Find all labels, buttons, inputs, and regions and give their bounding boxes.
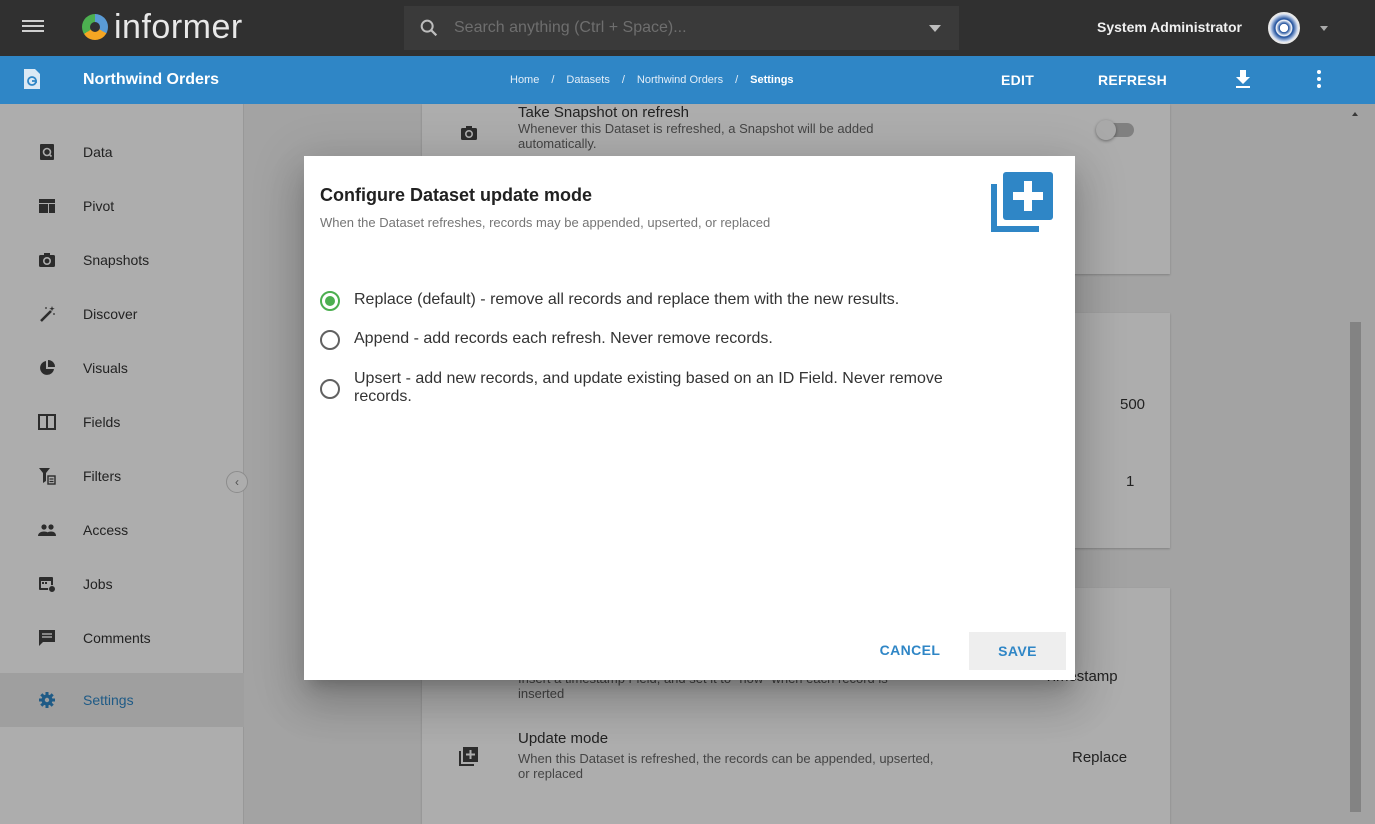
breadcrumb-datasets[interactable]: Datasets <box>566 74 609 86</box>
logo-icon <box>82 14 108 40</box>
more-vert-icon[interactable] <box>1316 70 1322 90</box>
radio-label: Append - add records each refresh. Never… <box>354 330 773 347</box>
chevron-down-icon[interactable] <box>1320 26 1328 31</box>
radio-button[interactable] <box>320 379 340 399</box>
radio-label-line: Upsert - add new records, and update exi… <box>354 370 943 387</box>
menu-icon[interactable] <box>22 17 44 39</box>
radio-option-replace[interactable]: Replace (default) - remove all records a… <box>320 291 899 311</box>
breadcrumb-dataset[interactable]: Northwind Orders <box>637 74 723 86</box>
breadcrumb-separator: / <box>551 74 555 86</box>
breadcrumb-separator: / <box>621 74 625 86</box>
update-mode-dialog: Configure Dataset update mode When the D… <box>304 156 1075 680</box>
radio-button[interactable] <box>320 330 340 350</box>
radio-label-line: records. <box>354 388 412 405</box>
radio-option-append[interactable]: Append - add records each refresh. Never… <box>320 330 773 350</box>
save-button[interactable]: SAVE <box>969 632 1066 670</box>
top-bar: informer Search anything (Ctrl + Space).… <box>0 0 1375 56</box>
refresh-button[interactable]: REFRESH <box>1098 72 1167 88</box>
breadcrumb-home[interactable]: Home <box>510 74 539 86</box>
dialog-title: Configure Dataset update mode <box>320 185 593 205</box>
app-logo[interactable]: informer <box>82 10 243 44</box>
radio-label: Replace (default) - remove all records a… <box>354 291 900 308</box>
cancel-button[interactable]: CANCEL <box>866 632 954 668</box>
dialog-subtitle: When the Dataset refreshes, records may … <box>320 215 771 230</box>
breadcrumb: Home / Datasets / Northwind Orders / Set… <box>510 74 794 86</box>
chevron-down-icon[interactable] <box>929 24 941 32</box>
search-input[interactable]: Search anything (Ctrl + Space)... <box>454 19 929 37</box>
search-icon <box>420 19 438 37</box>
dataset-title: Northwind Orders <box>83 71 220 88</box>
avatar[interactable] <box>1268 12 1300 44</box>
edit-button[interactable]: EDIT <box>1001 72 1034 88</box>
user-name[interactable]: System Administrator <box>1097 19 1242 35</box>
radio-label: Upsert - add new records, and update exi… <box>354 370 943 406</box>
breadcrumb-current: Settings <box>750 74 794 86</box>
dataset-icon <box>24 69 40 89</box>
dataset-header: Northwind Orders Home / Datasets / North… <box>0 56 1375 104</box>
download-icon[interactable] <box>1235 69 1251 89</box>
breadcrumb-separator: / <box>735 74 739 86</box>
radio-option-upsert[interactable]: Upsert - add new records, and update exi… <box>320 370 943 406</box>
search-box[interactable]: Search anything (Ctrl + Space)... <box>404 6 959 50</box>
app-name: informer <box>114 8 243 46</box>
library-add-icon <box>991 172 1053 232</box>
radio-button[interactable] <box>320 291 340 311</box>
